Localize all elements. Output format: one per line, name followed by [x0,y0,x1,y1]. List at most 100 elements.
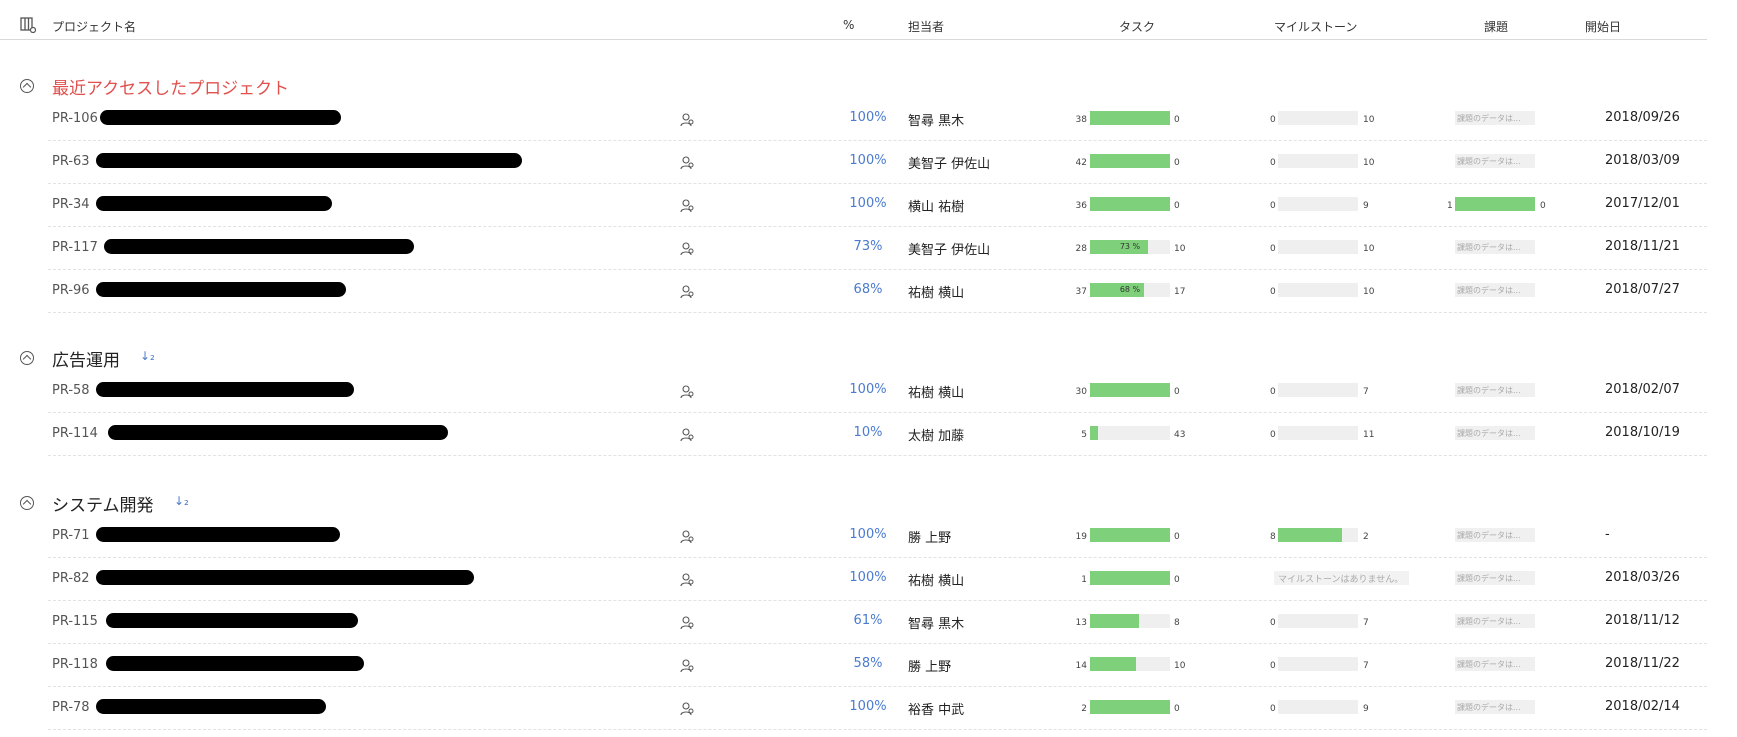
table-row[interactable]: PR-117 73% 美智子 伊佐山 28 73 % 10 0 10 課題のデータは... 201… [48,227,1707,270]
collapse-chevron-icon[interactable] [20,351,34,365]
users-icon[interactable] [680,615,695,630]
redacted-project-name[interactable] [106,656,364,671]
milestone-progress-bar[interactable] [1278,154,1358,168]
owner-name[interactable]: 裕香 中武 [908,699,964,718]
owner-name[interactable]: 智尋 黒木 [908,110,964,129]
collapse-chevron-icon[interactable] [20,79,34,93]
users-icon[interactable] [680,198,695,213]
redacted-project-name[interactable] [96,527,340,542]
users-icon[interactable] [680,658,695,673]
milestone-progress-bar[interactable] [1278,283,1358,297]
milestone-progress-bar[interactable] [1278,383,1358,397]
milestone-progress-bar[interactable] [1278,700,1358,714]
owner-name[interactable]: 祐樹 横山 [908,282,964,301]
table-row[interactable]: PR-71 100% 勝 上野 19 0 8 2 課題のデータは... - [48,515,1707,558]
project-id[interactable]: PR-117 [52,240,98,255]
users-icon[interactable] [680,529,695,544]
header-milestones[interactable]: マイルストーン [1274,18,1357,35]
owner-name[interactable]: 智尋 黒木 [908,613,964,632]
task-progress-bar[interactable] [1090,197,1170,211]
owner-name[interactable]: 横山 祐樹 [908,196,964,215]
users-icon[interactable] [680,701,695,716]
redacted-project-name[interactable] [96,382,354,397]
milestone-progress-bar[interactable] [1278,426,1358,440]
owner-name[interactable]: 勝 上野 [908,656,951,675]
table-row[interactable]: PR-34 100% 横山 祐樹 36 0 0 9 1 0 2017/12/01 [48,184,1707,227]
task-progress-bar[interactable] [1090,426,1170,440]
table-row[interactable]: PR-96 68% 祐樹 横山 37 68 % 17 0 10 課題のデータは... 2018/0… [48,270,1707,313]
columns-settings-icon[interactable] [20,17,36,33]
project-id[interactable]: PR-82 [52,571,90,586]
table-row[interactable]: PR-82 100% 祐樹 横山 1 0 マイルストーンはありません。 課題のデータは...… [48,558,1707,601]
table-row[interactable]: PR-115 61% 智尋 黒木 13 8 0 7 課題のデータは... 2018/11/12 [48,601,1707,644]
task-progress-bar[interactable] [1090,383,1170,397]
header-project-name[interactable]: プロジェクト名 [52,18,136,35]
sort-icon[interactable]: ↓₂ [140,349,155,363]
users-icon[interactable] [680,427,695,442]
milestone-progress-bar[interactable] [1278,240,1358,254]
task-done-count: 28 [1075,244,1087,254]
header-percent[interactable]: % [843,18,854,32]
milestone-progress-bar[interactable] [1278,197,1358,211]
users-icon[interactable] [680,572,695,587]
owner-name[interactable]: 太樹 加藤 [908,425,964,444]
project-id[interactable]: PR-34 [52,197,90,212]
task-progress-bar[interactable] [1090,528,1170,542]
task-progress-bar[interactable] [1090,700,1170,714]
table-row[interactable]: PR-114 10% 太樹 加藤 5 43 0 11 課題のデータは... 2018/10/19 [48,413,1707,456]
owner-name[interactable]: 美智子 伊佐山 [908,153,990,172]
milestone-progress-bar[interactable] [1278,614,1358,628]
sort-icon[interactable]: ↓₂ [174,494,189,508]
issue-progress-bar[interactable] [1455,197,1535,211]
redacted-project-name[interactable] [96,699,326,714]
redacted-project-name[interactable] [106,613,358,628]
redacted-project-name[interactable] [96,282,346,297]
redacted-project-name[interactable] [96,153,522,168]
redacted-project-name[interactable] [104,239,414,254]
owner-name[interactable]: 祐樹 横山 [908,382,964,401]
users-icon[interactable] [680,241,695,256]
redacted-project-name[interactable] [100,110,341,125]
project-id[interactable]: PR-63 [52,154,90,169]
redacted-project-name[interactable] [96,196,332,211]
task-progress-bar[interactable] [1090,571,1170,585]
milestone-progress-bar[interactable] [1278,657,1358,671]
header-start-date[interactable]: 開始日 [1585,18,1621,35]
redacted-project-name[interactable] [108,425,448,440]
project-id[interactable]: PR-115 [52,614,98,629]
project-id[interactable]: PR-58 [52,383,90,398]
project-id[interactable]: PR-106 [52,111,98,126]
header-owner[interactable]: 担当者 [908,18,944,35]
milestone-progress-bar[interactable] [1278,528,1358,542]
header-issues[interactable]: 課題 [1484,18,1508,35]
task-open-count: 0 [1174,115,1180,125]
redacted-project-name[interactable] [96,570,474,585]
project-id[interactable]: PR-71 [52,528,90,543]
table-row[interactable]: PR-58 100% 祐樹 横山 30 0 0 7 課題のデータは... 2018/02/07 [48,370,1707,413]
project-id[interactable]: PR-96 [52,283,90,298]
task-progress-bar[interactable] [1090,614,1170,628]
users-icon[interactable] [680,112,695,127]
task-progress-bar[interactable] [1090,657,1170,671]
owner-name[interactable]: 祐樹 横山 [908,570,964,589]
users-icon[interactable] [680,155,695,170]
table-row[interactable]: PR-106 100% 智尋 黒木 38 0 0 10 課題のデータは... 2018/09/2… [48,98,1707,141]
owner-name[interactable]: 美智子 伊佐山 [908,239,990,258]
milestone-done-count: 0 [1270,430,1276,440]
project-id[interactable]: PR-78 [52,700,90,715]
table-row[interactable]: PR-118 58% 勝 上野 14 10 0 7 課題のデータは... 2018/11/22 [48,644,1707,687]
task-progress-bar[interactable] [1090,154,1170,168]
table-row[interactable]: PR-78 100% 裕香 中武 2 0 0 9 課題のデータは... 2018/02/14 [48,687,1707,730]
header-tasks[interactable]: タスク [1119,18,1155,35]
owner-name[interactable]: 勝 上野 [908,527,951,546]
task-progress-bar[interactable]: 73 % [1090,240,1170,254]
project-id[interactable]: PR-114 [52,426,98,441]
users-icon[interactable] [680,284,695,299]
project-id[interactable]: PR-118 [52,657,98,672]
collapse-chevron-icon[interactable] [20,496,34,510]
users-icon[interactable] [680,384,695,399]
task-progress-bar[interactable] [1090,111,1170,125]
task-progress-bar[interactable]: 68 % [1090,283,1170,297]
table-row[interactable]: PR-63 100% 美智子 伊佐山 42 0 0 10 課題のデータは... 2018/03/… [48,141,1707,184]
milestone-progress-bar[interactable] [1278,111,1358,125]
